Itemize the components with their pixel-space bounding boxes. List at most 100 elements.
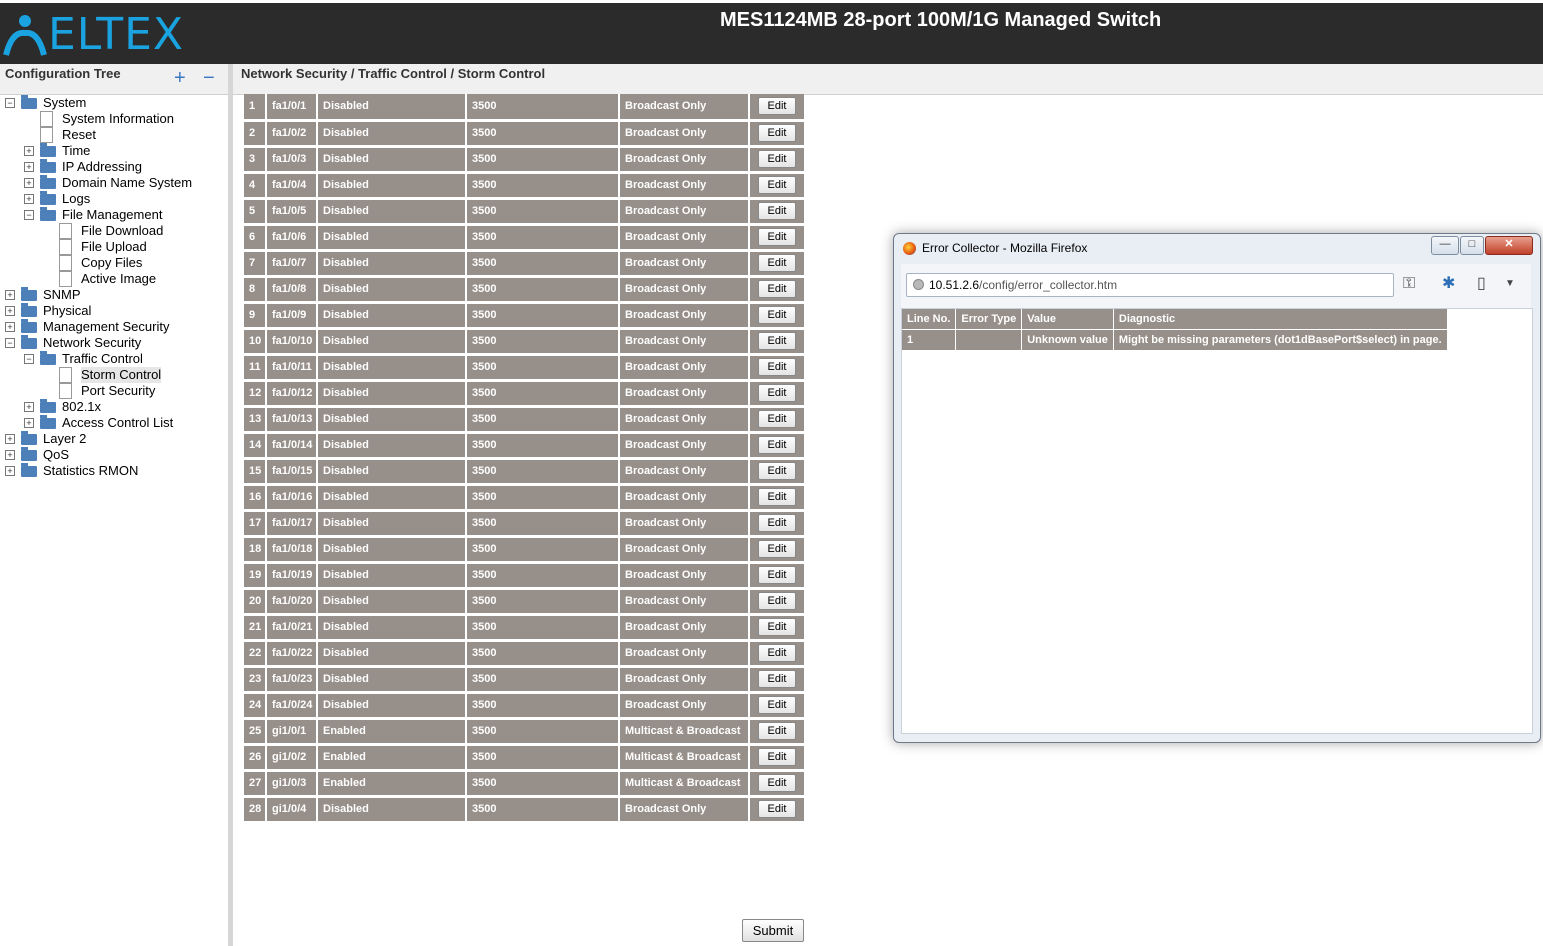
url-bar[interactable]: 10.51.2.6/config/error_collector.htm (906, 273, 1394, 297)
edit-button[interactable]: Edit (758, 228, 796, 246)
submit-button[interactable]: Submit (742, 919, 804, 942)
storm-control-state: Disabled (316, 94, 466, 122)
row-number: 20 (244, 588, 266, 616)
action-cell: Edit (748, 354, 804, 382)
document-icon (59, 271, 72, 287)
globe-icon (913, 279, 924, 290)
collapse-icon[interactable]: − (24, 354, 34, 364)
row-number: 25 (244, 718, 266, 746)
table-row: 20 fa1/0/20 Disabled 3500 Broadcast Only Edit (244, 588, 804, 616)
rate-threshold: 3500 (465, 562, 619, 590)
clipboard-icon[interactable]: ▯ (1477, 274, 1486, 294)
expand-icon[interactable]: + (24, 194, 34, 204)
row-number: 19 (244, 562, 266, 590)
storm-control-state: Enabled (316, 718, 466, 746)
logo-mark-icon (3, 15, 47, 56)
edit-button[interactable]: Edit (758, 514, 796, 532)
rate-threshold: 3500 (465, 146, 619, 174)
edit-button[interactable]: Edit (758, 748, 796, 766)
action-cell: Edit (748, 562, 804, 590)
collapse-all-icon[interactable]: − (203, 68, 215, 88)
table-row: 22 fa1/0/22 Disabled 3500 Broadcast Only Edit (244, 640, 804, 668)
edit-button[interactable]: Edit (758, 436, 796, 454)
collapse-icon[interactable]: − (5, 98, 15, 108)
edit-button[interactable]: Edit (758, 800, 796, 818)
rate-threshold: 3500 (465, 432, 619, 460)
edit-button[interactable]: Edit (758, 774, 796, 792)
expand-icon[interactable]: + (24, 418, 34, 428)
edit-button[interactable]: Edit (758, 202, 796, 220)
table-row: 13 fa1/0/13 Disabled 3500 Broadcast Only Edit (244, 406, 804, 434)
edit-button[interactable]: Edit (758, 306, 796, 324)
edit-button[interactable]: Edit (758, 722, 796, 740)
port-name: fa1/0/13 (265, 406, 317, 434)
storm-control-mode: Broadcast Only (618, 250, 749, 278)
document-icon (59, 255, 72, 271)
action-cell: Edit (748, 432, 804, 460)
collapse-icon[interactable]: − (5, 338, 15, 348)
port-name: gi1/0/3 (265, 770, 317, 798)
document-icon (59, 239, 72, 255)
close-button[interactable]: ✕ (1485, 236, 1533, 255)
edit-button[interactable]: Edit (758, 280, 796, 298)
url-text: 10.51.2.6/config/error_collector.htm (929, 278, 1117, 292)
expand-all-icon[interactable]: + (174, 68, 186, 88)
edit-button[interactable]: Edit (758, 124, 796, 142)
storm-control-state: Disabled (316, 302, 466, 330)
key-icon[interactable]: ⚿ (1403, 274, 1415, 294)
row-number: 14 (244, 432, 266, 460)
table-row: 4 fa1/0/4 Disabled 3500 Broadcast Only Edit (244, 172, 804, 200)
expand-icon[interactable]: + (5, 322, 15, 332)
expand-icon[interactable]: + (5, 290, 15, 300)
expand-icon[interactable]: + (5, 434, 15, 444)
table-row: 6 fa1/0/6 Disabled 3500 Broadcast Only Edit (244, 224, 804, 252)
edit-button[interactable]: Edit (758, 358, 796, 376)
edit-button[interactable]: Edit (758, 696, 796, 714)
navigation-bar: 10.51.2.6/config/error_collector.htm ⚿ ✱… (901, 264, 1531, 308)
expand-icon[interactable]: + (5, 306, 15, 316)
expand-icon[interactable]: + (5, 450, 15, 460)
document-icon (59, 383, 72, 399)
folder-icon (40, 415, 56, 429)
table-cell: 1 (902, 329, 956, 351)
storm-control-state: Disabled (316, 276, 466, 304)
port-name: fa1/0/15 (265, 458, 317, 486)
collapse-icon[interactable]: − (24, 210, 34, 220)
edit-button[interactable]: Edit (758, 592, 796, 610)
storm-control-mode: Broadcast Only (618, 354, 749, 382)
edit-button[interactable]: Edit (758, 150, 796, 168)
expand-icon[interactable]: + (24, 162, 34, 172)
edit-button[interactable]: Edit (758, 332, 796, 350)
edit-button[interactable]: Edit (758, 462, 796, 480)
edit-button[interactable]: Edit (758, 618, 796, 636)
storm-control-state: Disabled (316, 510, 466, 538)
row-number: 9 (244, 302, 266, 330)
table-row: 15 fa1/0/15 Disabled 3500 Broadcast Only Edit (244, 458, 804, 486)
expand-icon[interactable]: + (24, 178, 34, 188)
port-name: fa1/0/11 (265, 354, 317, 382)
edit-button[interactable]: Edit (758, 644, 796, 662)
edit-button[interactable]: Edit (758, 97, 796, 116)
edit-button[interactable]: Edit (758, 566, 796, 584)
expand-icon[interactable]: + (24, 402, 34, 412)
edit-button[interactable]: Edit (758, 176, 796, 194)
table-cell (955, 329, 1022, 351)
table-cell: Might be missing parameters (dot1dBasePo… (1112, 329, 1447, 351)
port-name: fa1/0/16 (265, 484, 317, 512)
minimize-button[interactable]: — (1431, 236, 1459, 255)
sidebar-splitter[interactable] (228, 64, 233, 946)
edit-button[interactable]: Edit (758, 488, 796, 506)
action-cell: Edit (748, 770, 804, 798)
extension-icon[interactable]: ✱ (1442, 274, 1455, 294)
edit-button[interactable]: Edit (758, 384, 796, 402)
edit-button[interactable]: Edit (758, 540, 796, 558)
expand-icon[interactable]: + (5, 466, 15, 476)
edit-button[interactable]: Edit (758, 670, 796, 688)
edit-button[interactable]: Edit (758, 254, 796, 272)
dropdown-arrow-icon[interactable]: ▼ (1505, 274, 1515, 294)
expand-icon[interactable]: + (24, 146, 34, 156)
maximize-button[interactable]: □ (1460, 236, 1484, 255)
edit-button[interactable]: Edit (758, 410, 796, 428)
port-name: fa1/0/7 (265, 250, 317, 278)
table-row: 8 fa1/0/8 Disabled 3500 Broadcast Only Edit (244, 276, 804, 304)
